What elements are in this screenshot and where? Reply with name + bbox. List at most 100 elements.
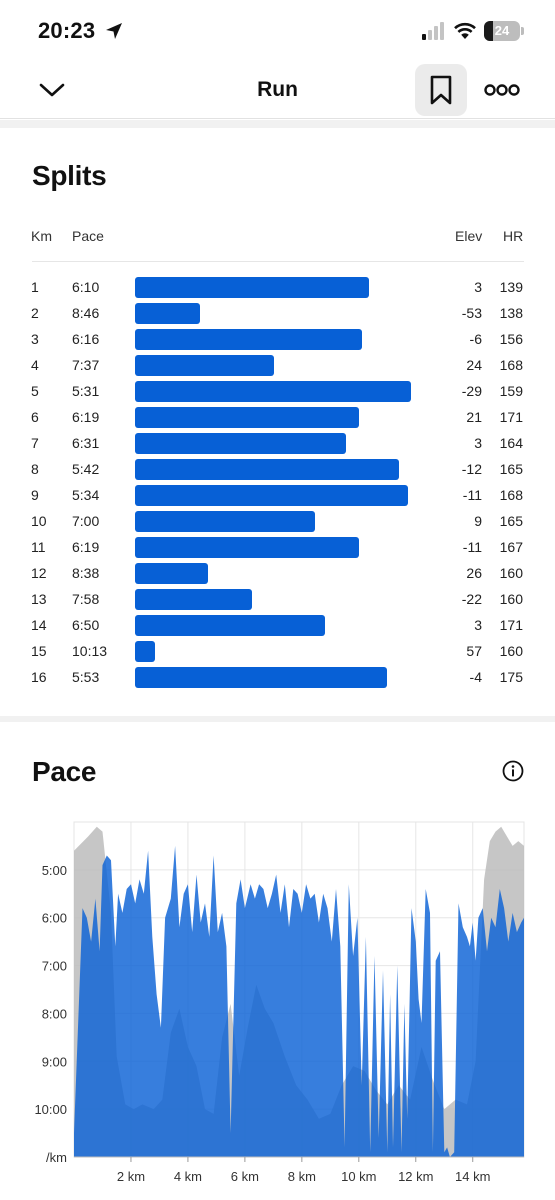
split-hr: 139: [499, 279, 523, 295]
y-tick-label: 6:00: [42, 911, 67, 926]
split-row: 10 7:00 9 165: [0, 510, 555, 536]
split-km: 3: [31, 331, 39, 347]
split-km: 4: [31, 357, 39, 373]
header-pace: Pace: [72, 228, 104, 244]
split-elev: -53: [461, 305, 482, 321]
split-hr: 168: [499, 487, 523, 503]
status-time: 20:23: [38, 18, 96, 43]
split-row: 13 7:58 -22 160: [0, 588, 555, 614]
split-elev: 3: [474, 435, 482, 451]
split-hr: 156: [499, 331, 523, 347]
status-bar: 20:23 24: [0, 0, 555, 62]
split-elev: -11: [462, 539, 482, 555]
y-tick-label: 5:00: [42, 863, 67, 878]
split-pace: 6:31: [72, 435, 100, 451]
split-pace-bar: [135, 667, 388, 688]
split-elev: -12: [461, 461, 482, 477]
split-pace: 8:46: [72, 305, 100, 321]
split-row: 8 5:42 -12 165: [0, 458, 555, 484]
splits-header-rule: [32, 261, 524, 262]
header-elev: Elev: [455, 228, 483, 244]
x-tick-label: 6 km: [231, 1169, 259, 1184]
section-divider: [0, 120, 555, 128]
split-pace: 7:37: [72, 357, 100, 373]
split-km: 10: [31, 513, 47, 529]
split-pace: 5:31: [72, 383, 100, 399]
x-tick-label: 10 km: [341, 1169, 376, 1184]
splits-title: Splits: [32, 160, 107, 191]
split-row: 3 6:16 -6 156: [0, 328, 555, 354]
split-km: 12: [31, 565, 47, 581]
x-tick-label: 12 km: [398, 1169, 433, 1184]
split-km: 15: [31, 643, 47, 659]
split-row: 15 10:13 57 160: [0, 640, 555, 666]
split-hr: 160: [499, 565, 523, 581]
split-pace-bar: [135, 615, 326, 636]
section-divider: [0, 716, 555, 722]
split-pace-bar: [135, 485, 408, 506]
split-pace: 6:19: [72, 539, 100, 555]
split-elev: 21: [466, 409, 482, 425]
split-pace-bar: [135, 381, 411, 402]
cellular-signal-icon: [422, 22, 444, 40]
split-pace: 6:16: [72, 331, 100, 347]
split-pace-bar: [135, 433, 346, 454]
split-elev: 3: [474, 279, 482, 295]
split-km: 11: [31, 539, 46, 555]
pace-chart: 5:00 6:00 7:00 8:00 9:00 10:00/km 2 km 4 km 6 km…: [34, 821, 525, 1184]
nav-bar: Run: [0, 62, 555, 118]
split-hr: 171: [499, 617, 523, 633]
split-row: 2 8:46 -53 138: [0, 302, 555, 328]
split-elev: 9: [474, 513, 482, 529]
split-pace-bar: [135, 537, 359, 558]
split-hr: 164: [499, 435, 523, 451]
info-icon[interactable]: [502, 760, 524, 782]
split-km: 1: [31, 279, 39, 295]
split-pace-bar: [135, 641, 155, 662]
y-tick-label: 7:00: [42, 959, 67, 974]
more-options-icon[interactable]: [484, 78, 520, 102]
y-tick-label: 9:00: [42, 1054, 67, 1069]
split-hr: 165: [499, 513, 523, 529]
split-row: 5 5:31 -29 159: [0, 380, 555, 406]
page-title: Run: [257, 78, 298, 101]
split-row: 6 6:19 21 171: [0, 406, 555, 432]
split-pace-bar: [135, 355, 275, 376]
split-pace: 7:58: [72, 591, 100, 607]
x-tick-label: 4 km: [174, 1169, 202, 1184]
split-elev: -6: [469, 331, 482, 347]
split-pace: 5:34: [72, 487, 100, 503]
split-row: 9 5:34 -11 168: [0, 484, 555, 510]
split-elev: 26: [466, 565, 482, 581]
bookmark-icon: [430, 75, 452, 105]
split-km: 14: [31, 617, 47, 633]
location-arrow-icon: [106, 23, 122, 39]
split-pace-bar: [135, 459, 399, 480]
wifi-icon: [454, 22, 476, 39]
split-row: 16 5:53 -4 175: [0, 666, 555, 692]
x-tick-label: 14 km: [455, 1169, 490, 1184]
split-pace: 8:38: [72, 565, 100, 581]
y-tick-label: 10:00: [34, 1102, 67, 1117]
split-pace: 6:10: [72, 279, 100, 295]
battery-percent: 24: [494, 23, 510, 38]
split-hr: 171: [499, 409, 523, 425]
split-row: 14 6:50 3 171: [0, 614, 555, 640]
pace-title: Pace: [32, 756, 97, 787]
nav-divider: [0, 118, 555, 119]
bookmark-button[interactable]: [415, 64, 467, 116]
split-km: 5: [31, 383, 39, 399]
split-hr: 159: [499, 383, 523, 399]
split-pace: 10:13: [72, 643, 108, 659]
split-hr: 167: [499, 539, 523, 555]
split-elev: -4: [469, 669, 482, 685]
battery-icon: 24: [484, 21, 520, 41]
y-tick-label: 8:00: [42, 1006, 67, 1021]
split-hr: 168: [499, 357, 523, 373]
split-km: 6: [31, 409, 39, 425]
y-unit-label: /km: [46, 1150, 67, 1165]
split-hr: 160: [499, 643, 523, 659]
split-pace: 5:42: [72, 461, 100, 477]
split-elev: -11: [462, 487, 482, 503]
split-km: 9: [31, 487, 39, 503]
